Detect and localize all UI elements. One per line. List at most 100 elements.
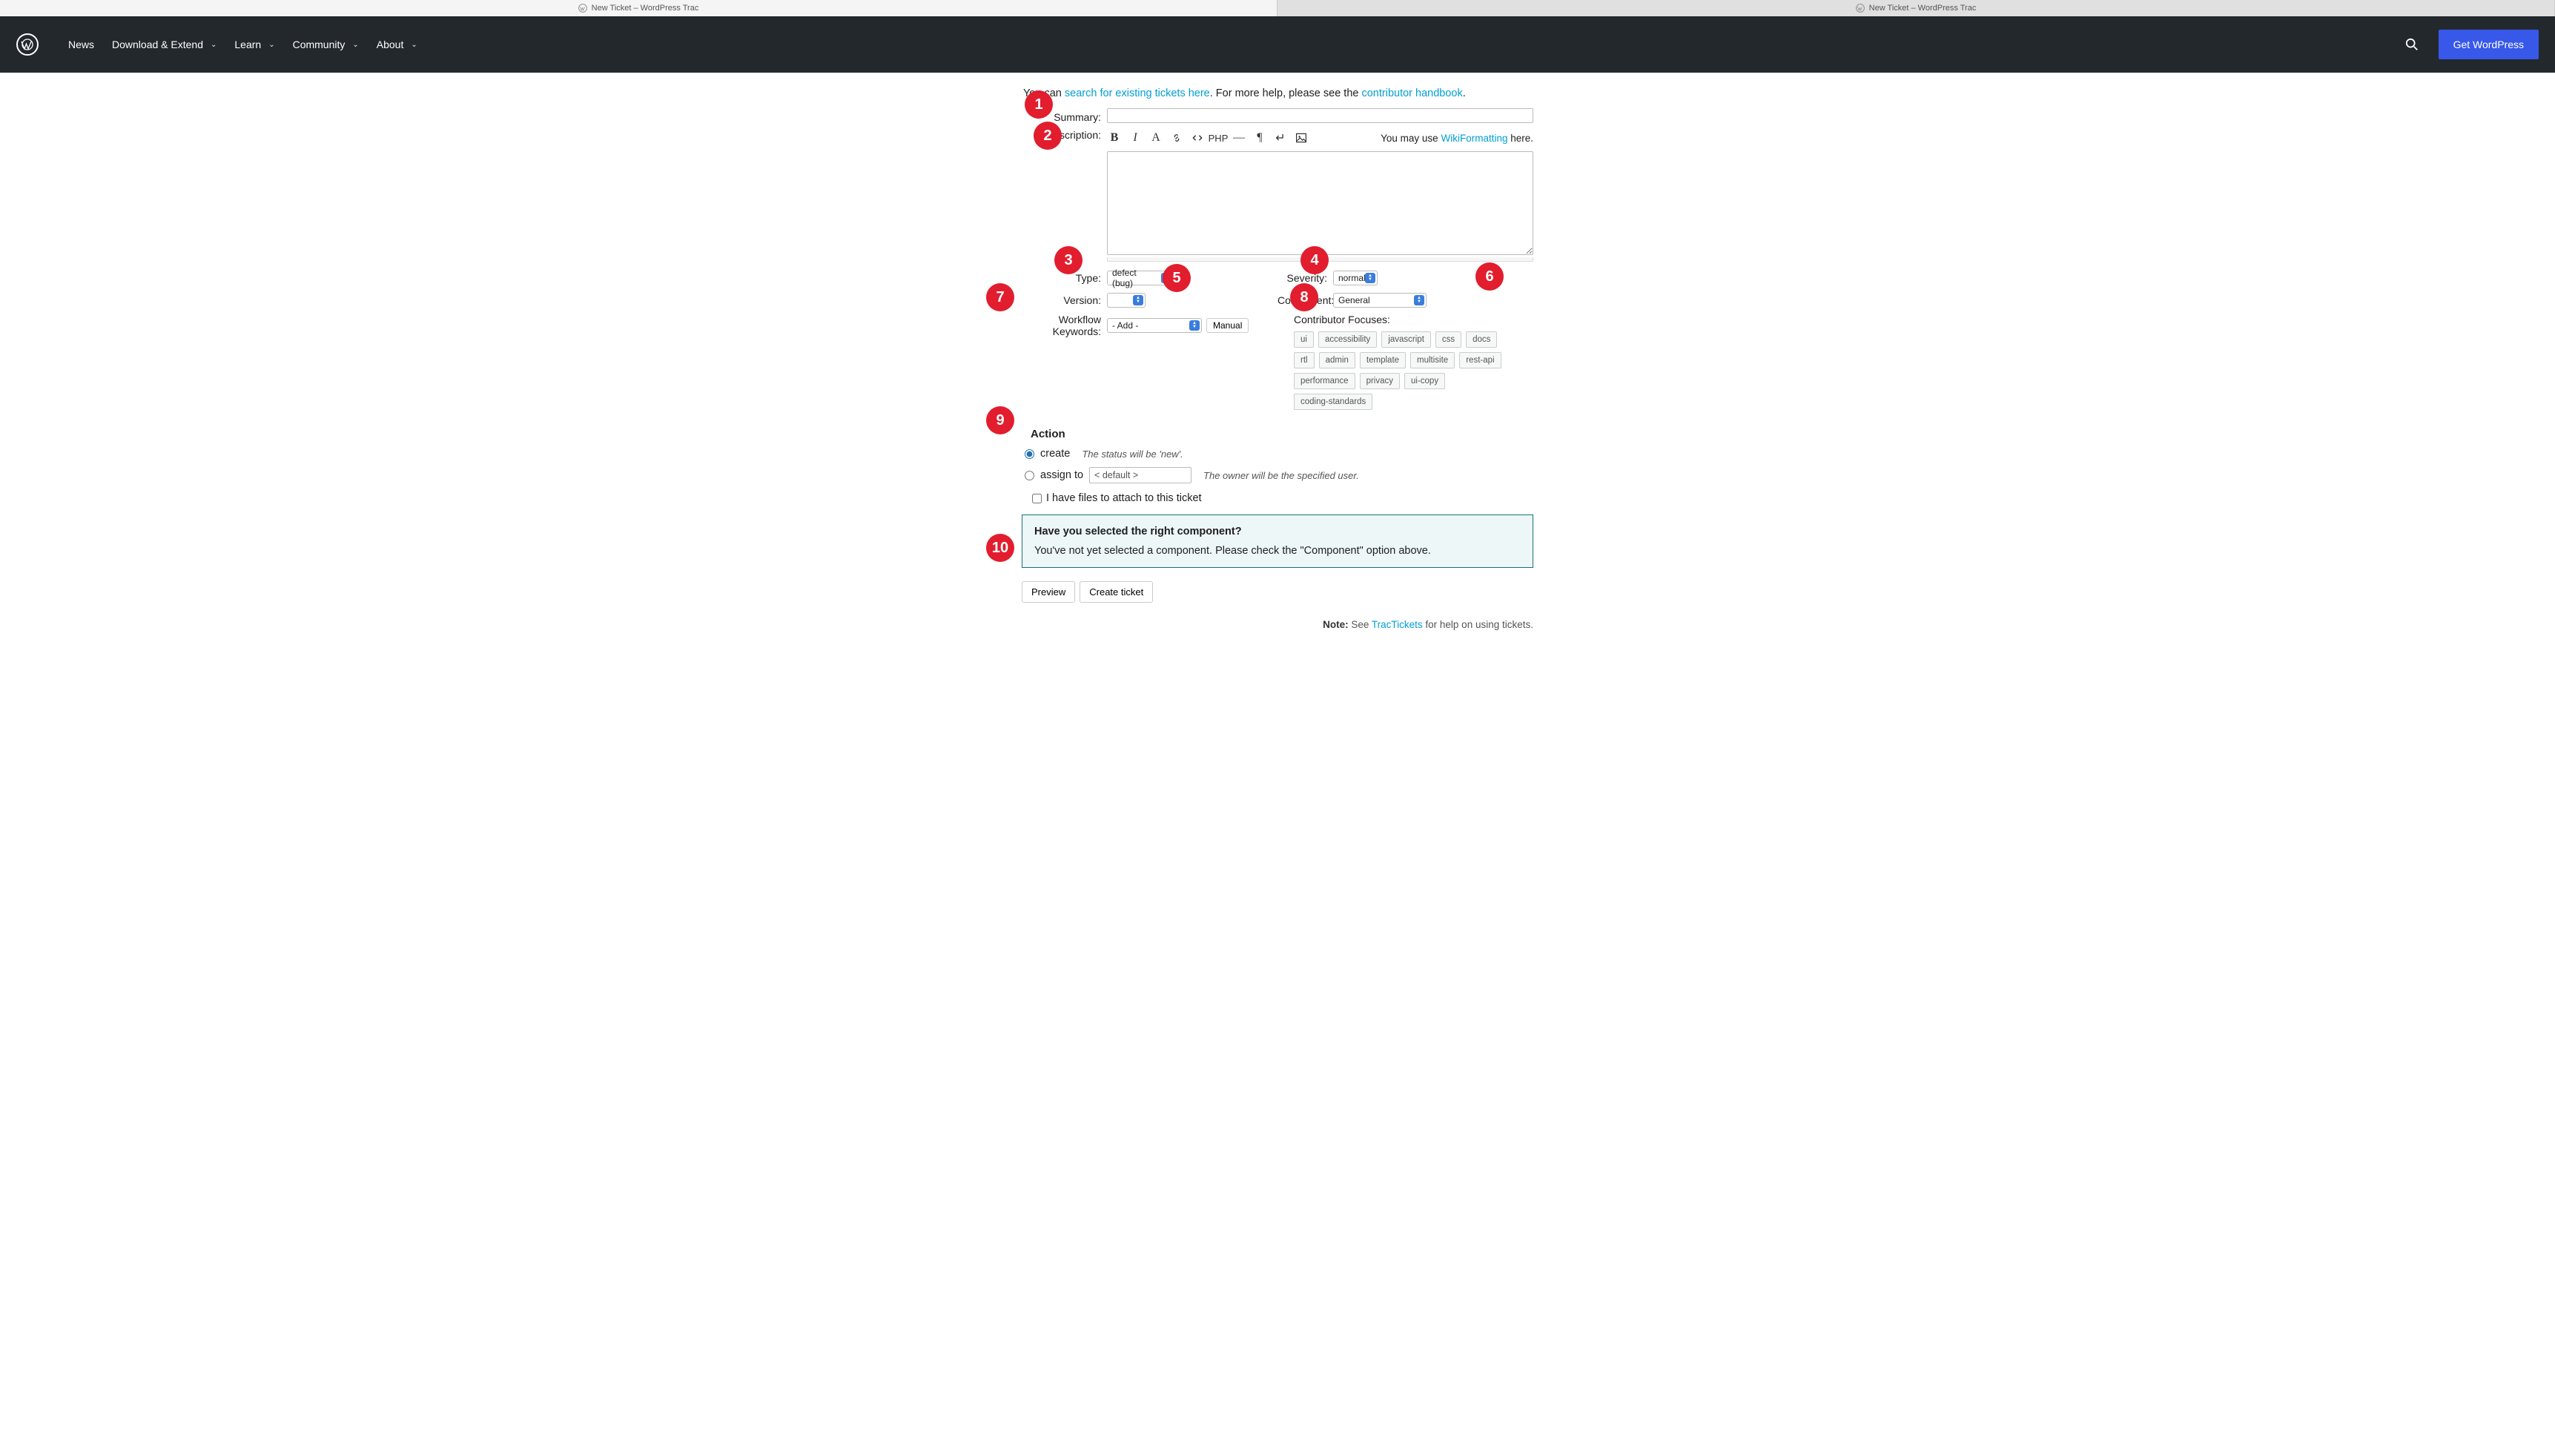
workflow-select[interactable]: - Add -▲▼ (1107, 318, 1202, 333)
preview-button[interactable]: Preview (1022, 581, 1075, 603)
marker-1: 1 (1025, 90, 1053, 119)
marker-6: 6 (1475, 262, 1504, 291)
nav-download-extend[interactable]: Download & Extend⌄ (103, 33, 225, 56)
version-label: Version: (1022, 294, 1107, 306)
tractickets-link[interactable]: TracTickets (1372, 619, 1423, 630)
marker-3: 3 (1054, 246, 1083, 274)
select-arrows-icon: ▲▼ (1365, 273, 1375, 283)
focus-chip-coding-standards[interactable]: coding-standards (1294, 394, 1372, 410)
browser-tab-1-title: New Ticket – WordPress Trac (592, 4, 699, 13)
focus-chip-ui-copy[interactable]: ui-copy (1404, 373, 1445, 389)
nav-news[interactable]: News (59, 33, 103, 56)
marker-2: 2 (1034, 122, 1062, 150)
marker-8: 8 (1290, 283, 1318, 311)
main-nav: News Download & Extend⌄ Learn⌄ Community… (59, 33, 426, 56)
action-create-radio[interactable] (1025, 449, 1034, 459)
workflow-label: Workflow Keywords: (1022, 314, 1107, 337)
browser-tab-1[interactable]: New Ticket – WordPress Trac (0, 0, 1278, 16)
component-warning-box: Have you selected the right component? Y… (1022, 514, 1533, 568)
marker-10: 10 (986, 534, 1014, 562)
workflow-row: Workflow Keywords: - Add -▲▼ Manual (1022, 314, 1278, 337)
footnote: Note: See TracTickets for help on using … (1022, 619, 1533, 630)
marker-9: 9 (986, 406, 1014, 434)
component-select[interactable]: General▲▼ (1333, 293, 1427, 308)
paragraph-icon[interactable]: ¶ (1252, 130, 1267, 145)
wikiformatting-hint: You may use WikiFormatting here. (1381, 133, 1533, 144)
chevron-down-icon: ⌄ (268, 41, 274, 49)
wordpress-favicon (1856, 4, 1865, 13)
browser-tab-2-title: New Ticket – WordPress Trac (1869, 4, 1977, 13)
newline-icon[interactable]: ↵ (1273, 130, 1288, 145)
create-ticket-button[interactable]: Create ticket (1080, 581, 1153, 603)
select-arrows-icon: ▲▼ (1189, 320, 1200, 331)
action-assign-radio[interactable] (1025, 471, 1034, 480)
focuses-label: Contributor Focuses: (1278, 314, 1533, 325)
php-button[interactable]: PHP (1211, 130, 1226, 145)
wordpress-favicon (578, 4, 587, 13)
ticket-properties: Type: defect (bug)▲▼ Version: ▲▼ Workflo… (1022, 269, 1533, 410)
marker-4: 4 (1300, 246, 1329, 274)
focus-chip-accessibility[interactable]: accessibility (1318, 331, 1377, 348)
italic-icon[interactable]: I (1128, 130, 1143, 145)
action-create-hint: The status will be 'new'. (1082, 449, 1183, 460)
wordpress-logo[interactable] (16, 33, 39, 56)
summary-row: Summary: (1022, 108, 1533, 123)
action-assign-hint: The owner will be the specified user. (1203, 470, 1359, 481)
contributor-handbook-link[interactable]: contributor handbook (1361, 87, 1462, 99)
focus-chip-javascript[interactable]: javascript (1381, 331, 1431, 348)
intro-text: You can search for existing tickets here… (1023, 87, 1533, 99)
hr-icon[interactable]: — (1232, 130, 1246, 145)
browser-tabs-bar: New Ticket – WordPress Trac New Ticket –… (0, 0, 2555, 16)
attach-row: I have files to attach to this ticket (1032, 492, 1533, 504)
select-arrows-icon: ▲▼ (1133, 295, 1143, 305)
focus-chip-ui[interactable]: ui (1294, 331, 1314, 348)
component-warning-message: You've not yet selected a component. Ple… (1034, 545, 1521, 557)
version-select[interactable]: ▲▼ (1107, 293, 1146, 308)
bold-icon[interactable]: B (1107, 130, 1122, 145)
focuses-chips: uiaccessibilityjavascriptcssdocs rtladmin… (1278, 331, 1507, 410)
chevron-down-icon: ⌄ (352, 41, 358, 49)
link-icon[interactable] (1169, 130, 1184, 145)
nav-learn[interactable]: Learn⌄ (225, 33, 283, 56)
focus-chip-performance[interactable]: performance (1294, 373, 1355, 389)
version-row: Version: ▲▼ (1022, 291, 1278, 309)
heading-icon[interactable]: A (1148, 130, 1163, 145)
description-textarea[interactable] (1107, 151, 1533, 255)
get-wordpress-button[interactable]: Get WordPress (2439, 30, 2539, 59)
ticket-form: 1 2 3 4 5 6 7 8 9 10 You can search for … (1022, 73, 1533, 660)
search-existing-link[interactable]: search for existing tickets here (1065, 87, 1210, 99)
marker-5: 5 (1163, 264, 1191, 292)
severity-label: Severity: (1278, 272, 1333, 284)
description-row: Description: B I A PHP — ¶ ↵ You may use… (1022, 128, 1533, 262)
action-section: Action create The status will be 'new'. … (1022, 428, 1533, 630)
image-icon[interactable] (1294, 130, 1309, 145)
assign-to-input[interactable] (1089, 467, 1191, 483)
focus-chip-template[interactable]: template (1360, 352, 1406, 368)
focus-chip-multisite[interactable]: multisite (1410, 352, 1455, 368)
browser-tab-2[interactable]: New Ticket – WordPress Trac (1278, 0, 2555, 16)
component-warning-question: Have you selected the right component? (1034, 526, 1521, 537)
attach-checkbox[interactable] (1032, 494, 1042, 503)
focus-chip-rest-api[interactable]: rest-api (1459, 352, 1501, 368)
summary-input[interactable] (1107, 108, 1533, 123)
focus-chip-docs[interactable]: docs (1466, 331, 1497, 348)
action-assign-row: assign to The owner will be the specifie… (1025, 467, 1533, 483)
code-icon[interactable] (1190, 130, 1205, 145)
search-icon[interactable] (2402, 34, 2422, 55)
focus-chip-privacy[interactable]: privacy (1360, 373, 1400, 389)
focus-chip-rtl[interactable]: rtl (1294, 352, 1315, 368)
site-header: News Download & Extend⌄ Learn⌄ Community… (0, 16, 2555, 73)
focus-chip-admin[interactable]: admin (1319, 352, 1355, 368)
nav-about[interactable]: About⌄ (368, 33, 426, 56)
nav-community[interactable]: Community⌄ (284, 33, 368, 56)
submit-buttons: Preview Create ticket (1022, 581, 1533, 603)
attach-label: I have files to attach to this ticket (1046, 492, 1202, 504)
manual-button[interactable]: Manual (1206, 318, 1249, 333)
select-arrows-icon: ▲▼ (1414, 295, 1424, 305)
severity-select[interactable]: normal▲▼ (1333, 271, 1378, 285)
chevron-down-icon: ⌄ (211, 41, 217, 49)
wikiformatting-link[interactable]: WikiFormatting (1441, 133, 1507, 144)
focuses-section: Contributor Focuses: uiaccessibilityjava… (1278, 314, 1533, 410)
focus-chip-css[interactable]: css (1435, 331, 1461, 348)
action-title: Action (1031, 428, 1533, 440)
